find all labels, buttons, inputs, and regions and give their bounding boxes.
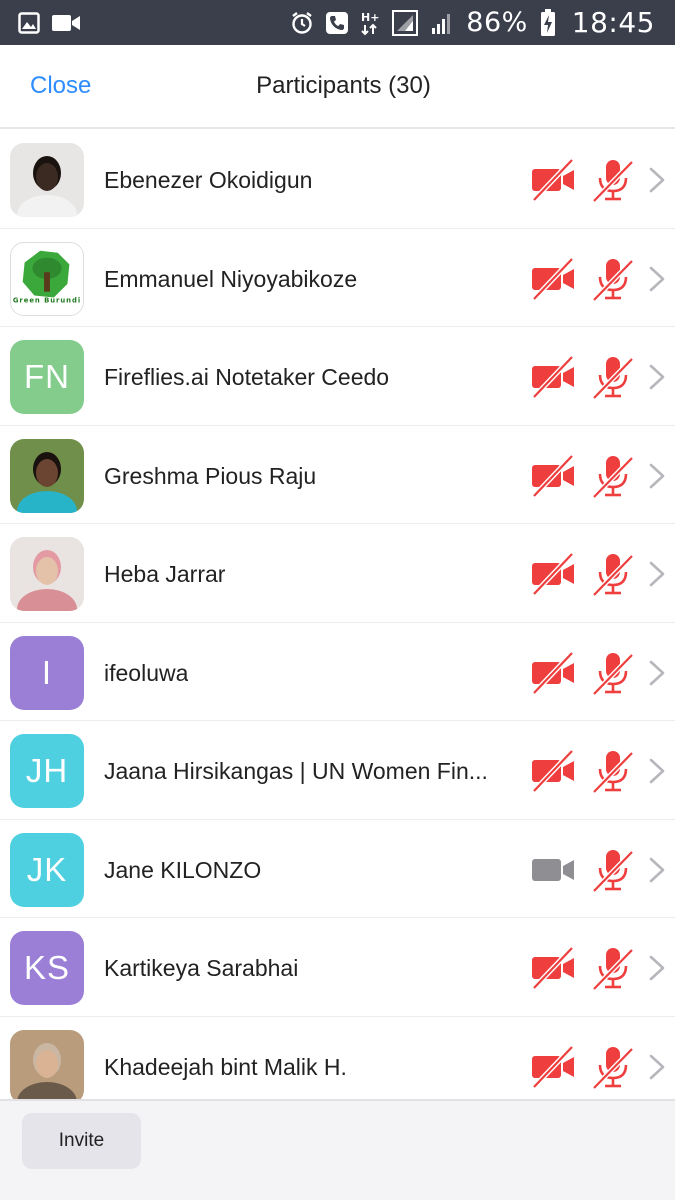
- mic-muted-icon: [592, 946, 634, 991]
- avatar-initials: JH: [10, 734, 84, 808]
- participant-row[interactable]: Khadeejah bint Malik H.: [0, 1017, 675, 1100]
- video-on-icon: [530, 848, 576, 892]
- mic-muted-icon: [592, 848, 634, 893]
- video-off-icon: [530, 1044, 576, 1089]
- participant-row[interactable]: Greshma Pious Raju: [0, 426, 675, 524]
- chevron-right-icon[interactable]: [648, 265, 666, 293]
- signal-sim2-icon: [430, 11, 454, 35]
- video-off-icon: [530, 552, 576, 596]
- status-bar-right: H+ 86% 18:45: [290, 6, 655, 39]
- video-off-icon: [530, 453, 576, 498]
- video-off-icon: [530, 256, 576, 301]
- battery-percent: 86%: [466, 7, 528, 38]
- participant-list[interactable]: Ebenezer Okoidigun Green Burundi Emmanuel …: [0, 130, 675, 1100]
- chevron-right-icon[interactable]: [648, 856, 666, 884]
- participant-row[interactable]: FN Fireflies.ai Notetaker Ceedo: [0, 327, 675, 426]
- participant-name: Greshma Pious Raju: [104, 462, 317, 489]
- avatar-initials: I: [10, 635, 84, 710]
- avatar-initials: KS: [10, 931, 84, 1005]
- chevron-right-icon[interactable]: [648, 363, 666, 391]
- chevron-right-icon[interactable]: [648, 1053, 666, 1081]
- chevron-right-icon[interactable]: [648, 757, 666, 785]
- participant-row[interactable]: Ebenezer Okoidigun: [0, 130, 675, 229]
- video-off-icon: [530, 158, 576, 202]
- signal-sim1-icon: [392, 9, 419, 36]
- call-icon: [326, 11, 349, 34]
- avatar-photo: [10, 1029, 84, 1100]
- participant-row[interactable]: Heba Jarrar: [0, 524, 675, 623]
- participant-name: Jaana Hirsikangas | UN Women Fin...: [104, 758, 488, 784]
- mic-muted-icon: [592, 355, 634, 400]
- participant-name: ifeoluwa: [104, 659, 189, 686]
- gallery-notification-icon: [18, 11, 40, 34]
- participant-row[interactable]: Iifeoluwa: [0, 623, 675, 721]
- video-off-icon: [530, 749, 576, 793]
- participant-row[interactable]: KS Kartikeya Sarabhai: [0, 918, 675, 1017]
- participant-name: Fireflies.ai Notetaker Ceedo: [104, 364, 390, 390]
- chevron-right-icon[interactable]: [648, 560, 666, 588]
- mic-muted-icon: [592, 1045, 634, 1090]
- alarm-icon: [290, 11, 314, 35]
- chevron-right-icon[interactable]: [648, 462, 666, 490]
- participant-name: Khadeejah bint Malik H.: [104, 1053, 347, 1080]
- svg-text:H+: H+: [361, 11, 379, 24]
- video-off-icon: [530, 946, 576, 990]
- avatar-initials: FN: [10, 340, 84, 414]
- chevron-right-icon[interactable]: [648, 659, 666, 687]
- network-type-icon: H+: [360, 10, 380, 36]
- video-notification-icon: [52, 14, 80, 32]
- participant-name: Kartikeya Sarabhai: [104, 955, 299, 981]
- chevron-right-icon[interactable]: [648, 954, 666, 982]
- participant-name: Emmanuel Niyoyabikoze: [104, 265, 358, 292]
- page-title: Participants (30): [256, 72, 431, 99]
- participant-name: Jane KILONZO: [104, 856, 262, 883]
- participant-row[interactable]: JK Jane KILONZO: [0, 820, 675, 918]
- status-bar-left: [18, 11, 80, 34]
- avatar-logo: Green Burundi: [10, 241, 84, 316]
- mic-muted-icon: [592, 454, 634, 499]
- video-off-icon: [530, 650, 576, 695]
- mic-muted-icon: [592, 158, 634, 203]
- mic-muted-icon: [592, 749, 634, 794]
- participant-name: Ebenezer Okoidigun: [104, 167, 313, 193]
- video-off-icon: [530, 355, 576, 399]
- avatar-photo: [10, 438, 84, 513]
- chevron-right-icon[interactable]: [648, 166, 666, 194]
- avatar-initials: JK: [10, 832, 84, 907]
- footer-bar: Invite: [0, 1099, 675, 1200]
- avatar-photo: [10, 143, 84, 217]
- avatar-photo: [10, 537, 84, 611]
- participant-row[interactable]: JH Jaana Hirsikangas | UN Women Fin...: [0, 721, 675, 820]
- mic-muted-icon: [592, 257, 634, 302]
- status-bar: H+ 86% 18:45: [0, 0, 675, 45]
- battery-charging-icon: [540, 8, 556, 37]
- invite-button[interactable]: Invite: [22, 1113, 141, 1169]
- participant-row[interactable]: Green Burundi Emmanuel Niyoyabikoze: [0, 229, 675, 327]
- mic-muted-icon: [592, 552, 634, 597]
- participant-name: Heba Jarrar: [104, 561, 226, 587]
- svg-text:Green Burundi: Green Burundi: [13, 296, 81, 304]
- clock-time: 18:45: [571, 6, 655, 39]
- participants-header: Close Participants (30): [0, 45, 675, 129]
- mic-muted-icon: [592, 651, 634, 696]
